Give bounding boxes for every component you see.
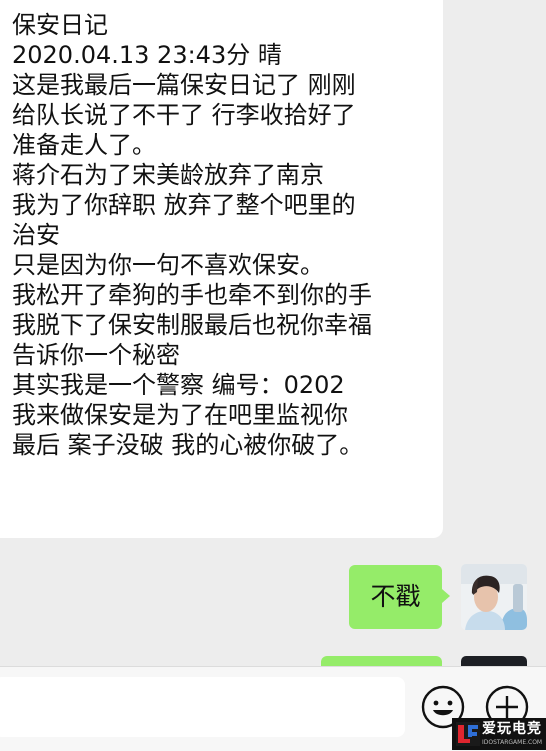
message-line: 给队长说了不干了 行李收拾好了 <box>12 101 356 129</box>
watermark-url: IDOSTARGAME.COM <box>482 739 543 746</box>
message-line: 我来做保安是为了在吧里监视你 <box>12 401 348 429</box>
brand-logo-icon <box>456 722 480 746</box>
chat-area: 保安日记 2020.04.13 23:43分 晴 这是我最后一篇保安日记了 刚刚… <box>0 0 546 666</box>
message-line: 这是我最后一篇保安日记了 刚刚 <box>12 71 356 99</box>
incoming-message-text: 保安日记 2020.04.13 23:43分 晴 这是我最后一篇保安日记了 刚刚… <box>12 10 437 460</box>
watermark-brand: 爱玩电竞 <box>482 721 542 737</box>
outgoing-message-text: 不戳 <box>370 582 421 611</box>
watermark: 爱玩电竞 IDOSTARGAME.COM <box>452 718 546 750</box>
message-line: 蒋介石为了宋美龄放弃了南京 <box>12 161 324 189</box>
message-line: 其实我是一个警察 编号：0202 <box>12 371 345 399</box>
message-line: 我松开了牵狗的手也牵不到你的手 <box>12 281 372 309</box>
outgoing-message-bubble[interactable]: 不戳 <box>349 565 450 629</box>
sender-avatar[interactable] <box>461 564 527 630</box>
sender-avatar-partial[interactable] <box>461 656 527 666</box>
incoming-message-bubble[interactable]: 保安日记 2020.04.13 23:43分 晴 这是我最后一篇保安日记了 刚刚… <box>0 0 443 538</box>
message-line: 2020.04.13 23:43分 晴 <box>12 41 282 69</box>
message-line: 准备走人了。 <box>12 131 156 159</box>
message-line: 最后 案子没破 我的心被你破了。 <box>12 431 364 459</box>
message-line: 我脱下了保安制服最后也祝你幸福 <box>12 311 372 339</box>
avatar-photo <box>461 564 527 630</box>
message-line: 保安日记 <box>12 11 108 39</box>
outgoing-message-bubble-partial[interactable] <box>321 656 442 666</box>
message-line: 只是因为你一句不喜欢保安。 <box>12 251 324 279</box>
message-line: 治安 <box>12 221 60 249</box>
message-input[interactable] <box>0 677 405 737</box>
message-line: 我为了你辞职 放弃了整个吧里的 <box>12 191 356 219</box>
message-line: 告诉你一个秘密 <box>12 341 180 369</box>
